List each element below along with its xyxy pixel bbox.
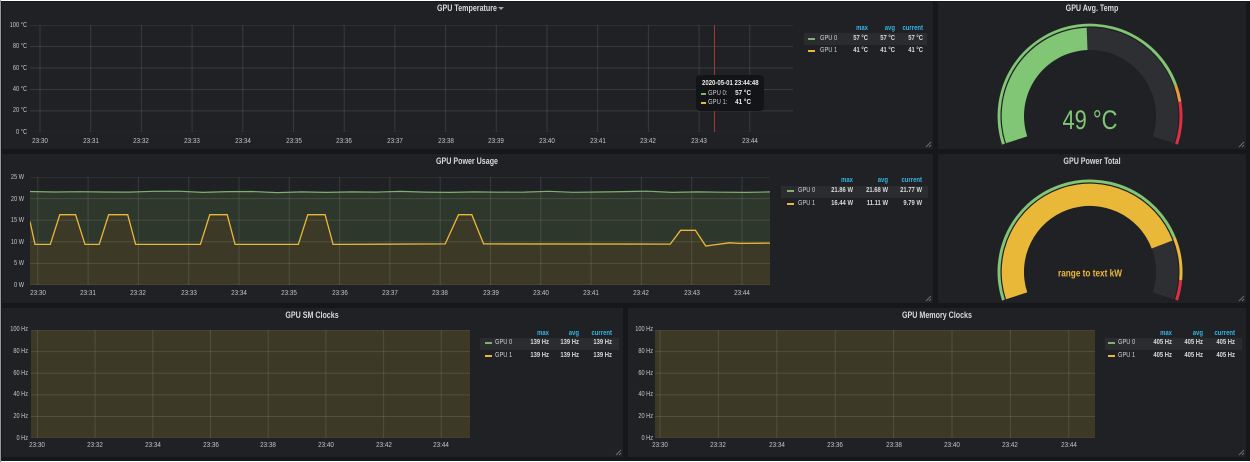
- svg-text:49 °C: 49 °C: [1063, 105, 1118, 135]
- svg-text:range to text kW: range to text kW: [1058, 267, 1122, 279]
